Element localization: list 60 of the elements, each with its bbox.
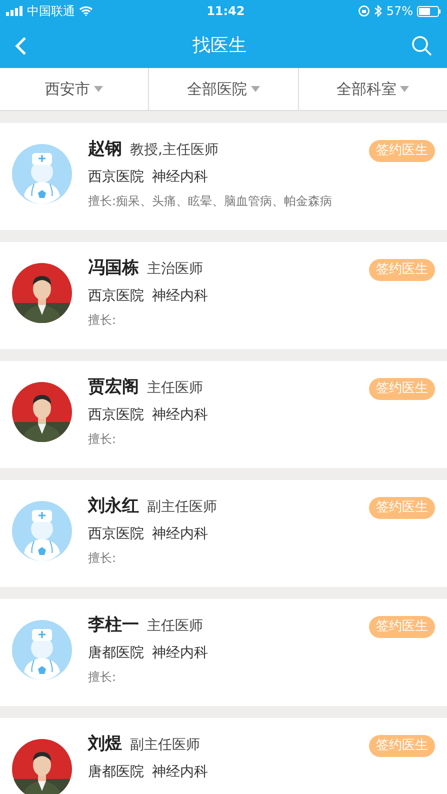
caret-icon [94,86,104,92]
bluetooth-icon [374,5,382,17]
battery-percent: 57% [386,3,413,20]
doctor-name: 赵钢 [88,139,122,159]
rotation-lock-icon [358,5,370,17]
specialty-text: 擅长:痴呆、头痛、眩晕、脑血管病、帕金森病 [88,194,334,208]
doctor-card[interactable]: 刘煜 副主任医师 签约医生 唐都医院 神经内科 [0,718,447,794]
department-name: 神经内科 [152,168,208,186]
search-button[interactable] [411,33,433,57]
department-name: 神经内科 [152,763,208,781]
doctor-avatar-icon [12,620,72,680]
doctor-card[interactable]: 刘永红 副主任医师 签约医生 西京医院 神经内科 擅长: [0,480,447,587]
filter-dropdown[interactable]: 全部科室 [336,78,410,100]
doctor-name: 冯国栋 [88,258,139,278]
doctor-title: 副主任医师 [130,736,200,755]
signed-doctor-tag: 签约医生 [369,616,435,638]
department-name: 神经内科 [152,406,208,424]
doctor-avatar-icon [12,501,72,561]
signed-doctor-tag: 签约医生 [369,259,435,281]
page-title: 找医生 [192,34,246,58]
doctor-title: 主任医师 [147,617,203,636]
signed-doctor-tag: 签约医生 [369,735,435,757]
hospital-name: 西京医院 [88,287,144,305]
hospital-name: 西京医院 [88,525,144,543]
doctor-card[interactable]: 李柱一 主任医师 签约医生 唐都医院 神经内科 擅长: [0,599,447,706]
doctor-name: 贾宏阁 [88,377,139,397]
carrier-name: 中国联通 [27,3,75,20]
doctor-card[interactable]: 贾宏阁 主任医师 签约医生 西京医院 神经内科 擅长: [0,361,447,468]
specialty-text: 擅长: [88,432,118,446]
specialty-text: 擅长: [88,313,118,327]
battery-icon [417,6,441,16]
wifi-icon [79,6,93,16]
filter-dropdown[interactable]: 西安市 [45,78,104,100]
doctor-title: 教授,主任医师 [130,141,218,160]
signed-doctor-tag: 签约医生 [369,497,435,519]
signed-doctor-tag: 签约医生 [369,378,435,400]
department-name: 神经内科 [152,287,208,305]
hospital-name: 西京医院 [88,168,144,186]
doctor-avatar-icon [12,144,72,204]
specialty-text: 擅长: [88,551,118,565]
doctor-title: 副主任医师 [147,498,217,517]
signed-doctor-tag: 签约医生 [369,140,435,162]
department-name: 神经内科 [152,644,208,662]
signal-icon [6,6,23,16]
status-time: 11:42 [206,3,245,20]
doctor-title: 主治医师 [147,260,203,279]
specialty-text: 擅长: [88,670,118,684]
hospital-name: 唐都医院 [88,763,144,781]
doctor-name: 李柱一 [88,615,139,635]
department-name: 神经内科 [152,525,208,543]
doctor-card[interactable]: 赵钢 教授,主任医师 签约医生 西京医院 神经内科 擅长:痴呆、头痛、眩晕、脑血管病、帕金森病 [0,123,447,230]
filter-dropdown[interactable]: 全部医院 [186,78,260,100]
doctor-title: 主任医师 [147,379,203,398]
doctor-card[interactable]: 冯国栋 主治医师 签约医生 西京医院 神经内科 擅长: [0,242,447,349]
doctor-name: 刘煜 [88,734,122,754]
hospital-name: 西京医院 [88,406,144,424]
caret-icon [400,86,410,92]
hospital-name: 唐都医院 [88,644,144,662]
doctor-name: 刘永红 [88,496,139,516]
caret-icon [250,86,260,92]
